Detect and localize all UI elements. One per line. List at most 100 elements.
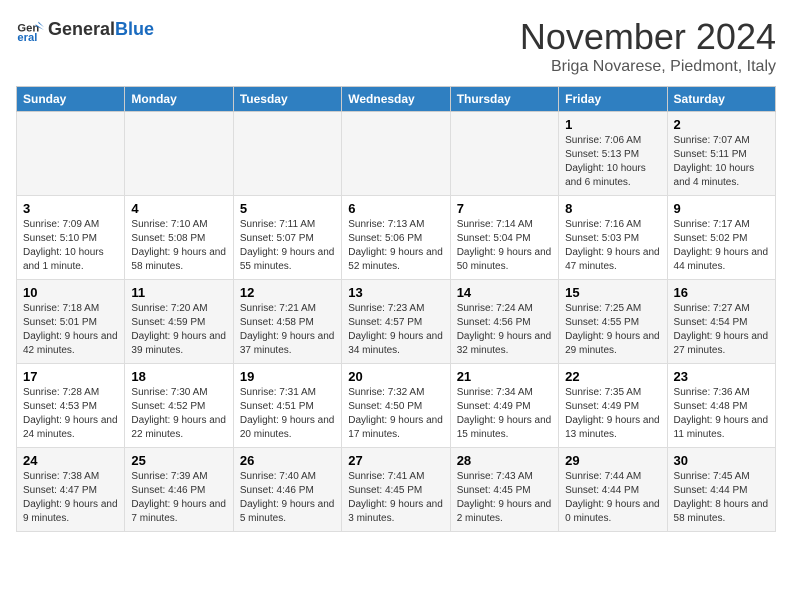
week-row-3: 17Sunrise: 7:28 AM Sunset: 4:53 PM Dayli…	[17, 364, 776, 448]
day-info: Sunrise: 7:17 AM Sunset: 5:02 PM Dayligh…	[674, 218, 769, 274]
day-cell: 14 Sunrise: 7:24 AM Sunset: 4:56 PM Dayli…	[450, 280, 558, 364]
day-number: 14	[457, 285, 552, 300]
day-cell	[125, 112, 233, 196]
day-number: 6	[348, 201, 443, 216]
day-number: 18	[131, 369, 226, 384]
day-cell: 21Sunrise: 7:34 AM Sunset: 4:49 PM Dayli…	[450, 364, 558, 448]
day-info: Sunrise: 7:43 AM Sunset: 4:45 PM Dayligh…	[457, 470, 552, 526]
weekday-header-friday: Friday	[559, 87, 667, 112]
day-number: 23	[674, 369, 769, 384]
day-number: 28	[457, 453, 552, 468]
weekday-header-wednesday: Wednesday	[342, 87, 450, 112]
day-number: 11	[131, 285, 226, 300]
day-cell	[450, 112, 558, 196]
day-cell: 15 Sunrise: 7:25 AM Sunset: 4:55 PM Dayli…	[559, 280, 667, 364]
day-cell: 22 Sunrise: 7:35 AM Sunset: 4:49 PM Dayli…	[559, 364, 667, 448]
day-cell: 27 Sunrise: 7:41 AM Sunset: 4:45 PM Dayli…	[342, 448, 450, 532]
day-number: 9	[674, 201, 769, 216]
day-info: Sunrise: 7:36 AM Sunset: 4:48 PM Dayligh…	[674, 386, 769, 442]
day-cell: 24Sunrise: 7:38 AM Sunset: 4:47 PM Dayli…	[17, 448, 125, 532]
day-number: 25	[131, 453, 226, 468]
day-number: 3	[23, 201, 118, 216]
day-cell: 2 Sunrise: 7:07 AM Sunset: 5:11 PM Daylig…	[667, 112, 775, 196]
day-cell: 10 Sunrise: 7:18 AM Sunset: 5:01 PM Dayli…	[17, 280, 125, 364]
day-info: Sunrise: 7:13 AM Sunset: 5:06 PM Dayligh…	[348, 218, 443, 274]
day-cell: 6 Sunrise: 7:13 AM Sunset: 5:06 PM Daylig…	[342, 196, 450, 280]
day-number: 2	[674, 117, 769, 132]
month-title: November 2024	[520, 16, 776, 58]
day-cell: 25 Sunrise: 7:39 AM Sunset: 4:46 PM Dayli…	[125, 448, 233, 532]
day-number: 10	[23, 285, 118, 300]
day-number: 5	[240, 201, 335, 216]
day-cell: 3 Sunrise: 7:09 AM Sunset: 5:10 PM Daylig…	[17, 196, 125, 280]
day-number: 16	[674, 285, 769, 300]
day-number: 26	[240, 453, 335, 468]
weekday-header-row: SundayMondayTuesdayWednesdayThursdayFrid…	[17, 87, 776, 112]
day-number: 30	[674, 453, 769, 468]
weekday-header-saturday: Saturday	[667, 87, 775, 112]
day-cell: 5Sunrise: 7:11 AM Sunset: 5:07 PM Daylig…	[233, 196, 341, 280]
day-info: Sunrise: 7:41 AM Sunset: 4:45 PM Dayligh…	[348, 470, 443, 526]
weekday-header-sunday: Sunday	[17, 87, 125, 112]
day-info: Sunrise: 7:30 AM Sunset: 4:52 PM Dayligh…	[131, 386, 226, 442]
day-info: Sunrise: 7:39 AM Sunset: 4:46 PM Dayligh…	[131, 470, 226, 526]
day-number: 27	[348, 453, 443, 468]
day-info: Sunrise: 7:35 AM Sunset: 4:49 PM Dayligh…	[565, 386, 660, 442]
day-info: Sunrise: 7:25 AM Sunset: 4:55 PM Dayligh…	[565, 302, 660, 358]
logo: Gen eral GeneralBlue	[16, 16, 154, 44]
day-cell: 18 Sunrise: 7:30 AM Sunset: 4:52 PM Dayli…	[125, 364, 233, 448]
week-row-1: 3 Sunrise: 7:09 AM Sunset: 5:10 PM Daylig…	[17, 196, 776, 280]
weekday-header-monday: Monday	[125, 87, 233, 112]
day-info: Sunrise: 7:24 AM Sunset: 4:56 PM Dayligh…	[457, 302, 552, 358]
day-number: 8	[565, 201, 660, 216]
calendar-table: SundayMondayTuesdayWednesdayThursdayFrid…	[16, 86, 776, 532]
day-info: Sunrise: 7:31 AM Sunset: 4:51 PM Dayligh…	[240, 386, 335, 442]
day-number: 12	[240, 285, 335, 300]
day-number: 20	[348, 369, 443, 384]
day-number: 29	[565, 453, 660, 468]
day-cell	[17, 112, 125, 196]
day-cell: 13Sunrise: 7:23 AM Sunset: 4:57 PM Dayli…	[342, 280, 450, 364]
day-cell: 20 Sunrise: 7:32 AM Sunset: 4:50 PM Dayli…	[342, 364, 450, 448]
week-row-4: 24Sunrise: 7:38 AM Sunset: 4:47 PM Dayli…	[17, 448, 776, 532]
day-info: Sunrise: 7:45 AM Sunset: 4:44 PM Dayligh…	[674, 470, 769, 526]
day-info: Sunrise: 7:09 AM Sunset: 5:10 PM Dayligh…	[23, 218, 118, 274]
day-info: Sunrise: 7:07 AM Sunset: 5:11 PM Dayligh…	[674, 134, 769, 190]
day-number: 7	[457, 201, 552, 216]
day-cell	[233, 112, 341, 196]
day-number: 21	[457, 369, 552, 384]
day-number: 19	[240, 369, 335, 384]
logo-general: General	[48, 19, 115, 39]
day-info: Sunrise: 7:14 AM Sunset: 5:04 PM Dayligh…	[457, 218, 552, 274]
day-info: Sunrise: 7:16 AM Sunset: 5:03 PM Dayligh…	[565, 218, 660, 274]
day-cell: 26 Sunrise: 7:40 AM Sunset: 4:46 PM Dayli…	[233, 448, 341, 532]
day-cell: 7 Sunrise: 7:14 AM Sunset: 5:04 PM Daylig…	[450, 196, 558, 280]
day-info: Sunrise: 7:32 AM Sunset: 4:50 PM Dayligh…	[348, 386, 443, 442]
day-info: Sunrise: 7:40 AM Sunset: 4:46 PM Dayligh…	[240, 470, 335, 526]
day-cell	[342, 112, 450, 196]
day-info: Sunrise: 7:20 AM Sunset: 4:59 PM Dayligh…	[131, 302, 226, 358]
day-info: Sunrise: 7:10 AM Sunset: 5:08 PM Dayligh…	[131, 218, 226, 274]
day-cell: 28 Sunrise: 7:43 AM Sunset: 4:45 PM Dayli…	[450, 448, 558, 532]
day-info: Sunrise: 7:18 AM Sunset: 5:01 PM Dayligh…	[23, 302, 118, 358]
day-cell: 8 Sunrise: 7:16 AM Sunset: 5:03 PM Daylig…	[559, 196, 667, 280]
day-cell: 16 Sunrise: 7:27 AM Sunset: 4:54 PM Dayli…	[667, 280, 775, 364]
logo-icon: Gen eral	[16, 16, 44, 44]
day-cell: 29 Sunrise: 7:44 AM Sunset: 4:44 PM Dayli…	[559, 448, 667, 532]
day-info: Sunrise: 7:06 AM Sunset: 5:13 PM Dayligh…	[565, 134, 660, 190]
day-number: 15	[565, 285, 660, 300]
day-cell: 9 Sunrise: 7:17 AM Sunset: 5:02 PM Daylig…	[667, 196, 775, 280]
day-number: 1	[565, 117, 660, 132]
logo-blue: Blue	[115, 19, 154, 39]
day-cell: 11 Sunrise: 7:20 AM Sunset: 4:59 PM Dayli…	[125, 280, 233, 364]
day-info: Sunrise: 7:27 AM Sunset: 4:54 PM Dayligh…	[674, 302, 769, 358]
day-cell: 12Sunrise: 7:21 AM Sunset: 4:58 PM Dayli…	[233, 280, 341, 364]
day-number: 4	[131, 201, 226, 216]
day-number: 22	[565, 369, 660, 384]
day-info: Sunrise: 7:44 AM Sunset: 4:44 PM Dayligh…	[565, 470, 660, 526]
title-section: November 2024 Briga Novarese, Piedmont, …	[520, 16, 776, 76]
day-cell: 30 Sunrise: 7:45 AM Sunset: 4:44 PM Dayli…	[667, 448, 775, 532]
weekday-header-thursday: Thursday	[450, 87, 558, 112]
day-cell: 17Sunrise: 7:28 AM Sunset: 4:53 PM Dayli…	[17, 364, 125, 448]
day-cell: 19 Sunrise: 7:31 AM Sunset: 4:51 PM Dayli…	[233, 364, 341, 448]
